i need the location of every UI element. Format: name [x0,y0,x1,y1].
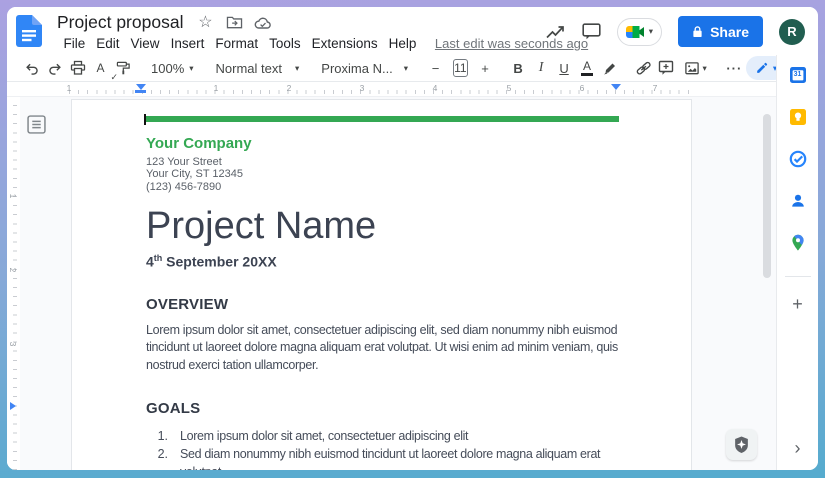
docs-logo-icon[interactable] [16,15,42,47]
menu-bar: File Edit View Insert Format Tools Exten… [58,36,588,51]
menu-help[interactable]: Help [383,36,422,51]
docs-window: Project proposal ☆ File Edit View Insert… [7,7,818,470]
header: Project proposal ☆ File Edit View Insert… [7,7,818,55]
left-indent-marker[interactable] [135,84,146,93]
menu-tools[interactable]: Tools [264,36,307,51]
list-item: 2. Sed diam nonummy nibh euismod tincidu… [146,446,619,470]
header-accent-bar [146,116,619,122]
text-color-button[interactable]: A [576,56,599,80]
star-icon[interactable]: ☆ [195,13,215,33]
highlight-color-button[interactable] [599,56,622,80]
document-status-cloud-icon[interactable] [253,13,273,33]
document-canvas: 1 2 3 Your Company 123 Your Street Your … [7,96,776,470]
more-toolbar-button[interactable]: ··· [723,56,746,80]
project-date: 4th September 20XX [146,253,619,270]
goals-heading: GOALS [146,400,619,417]
goals-list: 1. Lorem ipsum dolor sit amet, consectet… [146,428,619,470]
redo-button[interactable] [43,56,66,80]
show-side-panel-button[interactable]: › [795,439,801,457]
document-title[interactable]: Project proposal [57,12,183,33]
explore-icon [733,436,750,454]
italic-button[interactable]: I [530,56,553,80]
project-name-heading: Project Name [146,205,619,248]
insert-link-button[interactable] [632,56,655,80]
vertical-ruler: 1 2 3 [7,97,20,470]
undo-button[interactable] [20,56,43,80]
menu-extensions[interactable]: Extensions [306,36,383,51]
show-outline-icon[interactable] [27,115,46,134]
overview-heading: OVERVIEW [146,296,619,313]
page-content: Your Company 123 Your Street Your City, … [72,100,691,470]
horizontal-ruler: 1 1 2 3 4 5 6 7 [7,82,776,96]
comment-history-icon[interactable] [582,23,601,40]
menu-edit[interactable]: Edit [91,36,125,51]
vertical-scrollbar[interactable] [763,114,771,278]
insert-image-button[interactable]: ▾ [678,61,713,76]
menu-view[interactable]: View [125,36,165,51]
underline-button[interactable]: U [553,56,576,80]
keep-icon[interactable] [789,108,807,126]
header-actions: ▾ Share R [545,16,805,47]
zoom-select[interactable]: 100% ▾ [145,61,200,76]
meet-icon [625,24,645,40]
menu-insert[interactable]: Insert [165,36,210,51]
font-size-input[interactable]: 11 [453,59,467,77]
meet-button[interactable]: ▾ [617,18,662,46]
document-page[interactable]: Your Company 123 Your Street Your City, … [71,99,692,470]
paragraph-styles-select[interactable]: Normal text ▾ [210,61,306,76]
overview-paragraph: Lorem ipsum dolor sit amet, consectetuer… [146,322,619,375]
font-size-decrease-button[interactable]: − [424,56,447,80]
lock-icon [692,25,703,38]
font-size-increase-button[interactable]: + [474,56,497,80]
print-button[interactable] [66,56,89,80]
company-address: 123 Your Street Your City, ST 12345 (123… [146,156,619,193]
share-button[interactable]: Share [678,16,763,47]
company-name: Your Company [146,135,619,152]
side-panel-rail: 31 + › [776,55,818,470]
bold-button[interactable]: B [507,56,530,80]
calendar-icon[interactable]: 31 [789,66,807,84]
account-avatar[interactable]: R [779,19,805,45]
menu-format[interactable]: Format [210,36,264,51]
maps-icon[interactable] [789,234,807,252]
add-comment-button[interactable] [655,56,678,80]
explore-button[interactable] [726,429,757,460]
spellcheck-button[interactable]: A ✓ [89,56,112,80]
contacts-icon[interactable] [789,192,807,210]
title-row: Project proposal ☆ [57,12,273,33]
toolbar: A ✓ 100% ▾ Normal text ▾ Proxima N... ▾ … [7,55,776,82]
get-addons-button[interactable]: + [792,295,803,313]
vertical-ruler-marker[interactable] [10,402,16,410]
right-indent-marker[interactable] [611,84,621,90]
font-select[interactable]: Proxima N... ▾ [315,61,414,76]
menu-file[interactable]: File [58,36,91,51]
tasks-icon[interactable] [789,150,807,168]
move-folder-icon[interactable] [224,13,244,33]
pencil-icon [755,61,769,75]
list-item: 1. Lorem ipsum dolor sit amet, consectet… [146,428,619,446]
document-activity-icon[interactable] [545,24,566,40]
text-cursor [144,114,146,125]
